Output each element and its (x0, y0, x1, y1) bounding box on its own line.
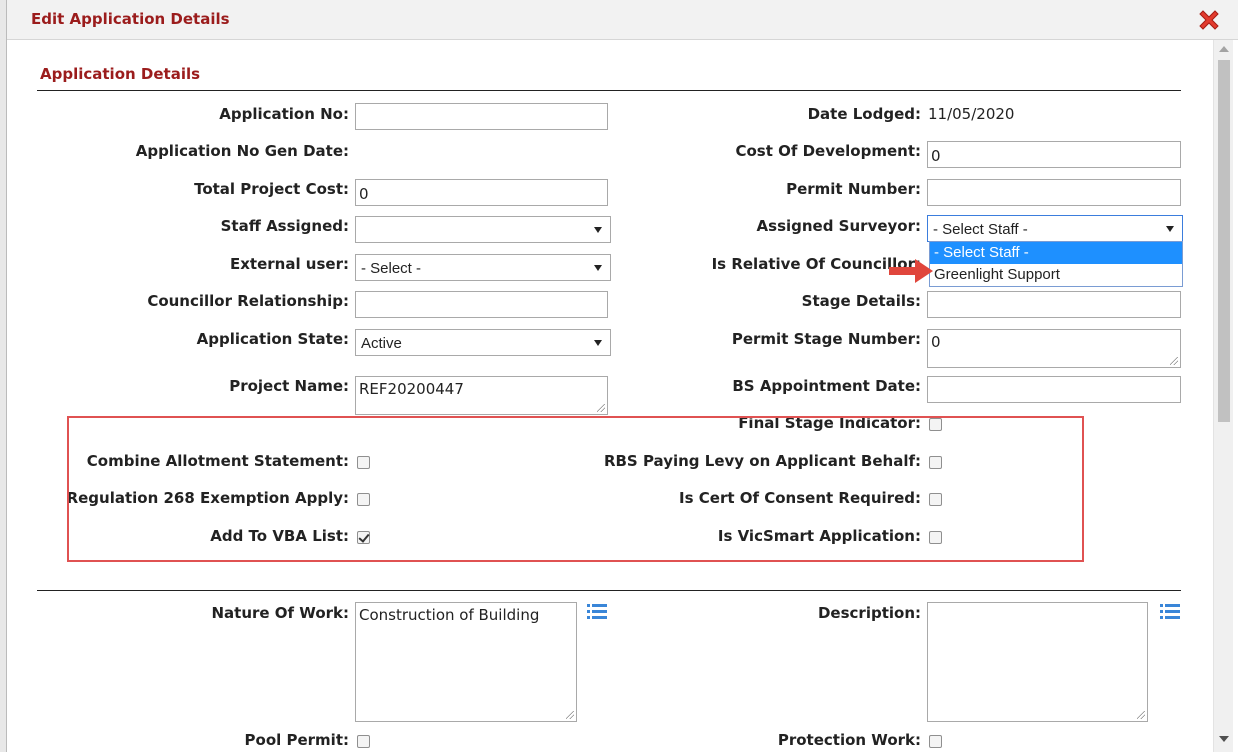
resize-grip-icon[interactable] (597, 404, 605, 412)
total-project-cost-label: Total Project Cost: (194, 180, 349, 198)
permit-number-label: Permit Number: (786, 180, 921, 198)
dialog-scrollbar[interactable] (1213, 40, 1233, 752)
scrollbar-thumb[interactable] (1218, 60, 1230, 422)
section-divider (37, 90, 1181, 91)
application-no-label: Application No: (219, 105, 349, 123)
date-lodged-value: 11/05/2020 (928, 105, 1015, 123)
cost-of-development-input[interactable]: 0 (927, 141, 1181, 168)
bs-appointment-date-label: BS Appointment Date: (732, 377, 921, 395)
description-label: Description: (817, 604, 921, 622)
scroll-down-icon[interactable] (1219, 736, 1229, 742)
project-name-value: REF20200447 (359, 380, 464, 398)
stage-details-label: Stage Details: (801, 292, 921, 310)
nature-of-work-value: Construction of Building (359, 606, 540, 624)
assigned-surveyor-dropdown-list: - Select Staff - Greenlight Support (929, 241, 1183, 287)
pool-permit-checkbox[interactable] (357, 735, 370, 748)
protection-work-label: Protection Work: (777, 731, 921, 749)
chevron-down-icon (1166, 226, 1174, 232)
highlight-box (67, 416, 1084, 562)
bs-appointment-date-input[interactable] (927, 376, 1181, 403)
assigned-surveyor-select[interactable]: - Select Staff - (927, 215, 1183, 242)
assigned-surveyor-value: - Select Staff - (933, 221, 1028, 238)
assigned-surveyor-label: Assigned Surveyor: (756, 217, 921, 235)
nature-of-work-label: Nature Of Work: (211, 604, 349, 622)
list-icon[interactable] (1160, 603, 1180, 621)
red-arrow-icon (889, 259, 933, 283)
surveyor-option-greenlight-support[interactable]: Greenlight Support (930, 264, 1182, 286)
permit-stage-number-label: Permit Stage Number: (731, 330, 921, 348)
dialog-title: Edit Application Details (31, 10, 230, 28)
permit-number-input[interactable] (927, 179, 1181, 206)
date-lodged-label: Date Lodged: (807, 105, 921, 123)
close-icon[interactable] (1197, 8, 1221, 32)
description-textarea[interactable] (927, 602, 1148, 722)
section-title: Application Details (40, 65, 201, 83)
project-name-label: Project Name: (229, 377, 349, 395)
dialog-titlebar: Edit Application Details (7, 0, 1238, 40)
pool-permit-label: Pool Permit: (244, 731, 349, 749)
resize-grip-icon[interactable] (1137, 711, 1145, 719)
permit-stage-number-value: 0 (931, 333, 941, 351)
section-divider-2 (37, 590, 1181, 591)
surveyor-option-select-staff[interactable]: - Select Staff - (930, 242, 1182, 264)
councillor-relationship-label: Councillor Relationship: (147, 292, 349, 310)
resize-grip-icon[interactable] (1170, 357, 1178, 365)
stage-details-input[interactable] (927, 291, 1181, 318)
scroll-up-icon[interactable] (1219, 46, 1229, 52)
permit-stage-number-textarea[interactable]: 0 (927, 329, 1181, 368)
is-relative-of-councillor-label: Is Relative Of Councillor: (711, 255, 921, 273)
cost-of-development-label: Cost Of Development: (735, 142, 921, 160)
edit-application-dialog: Edit Application Details Application Det… (6, 0, 1238, 752)
staff-assigned-label: Staff Assigned: (220, 217, 349, 235)
app-no-gen-date-label: Application No Gen Date: (135, 142, 349, 160)
resize-grip-icon[interactable] (566, 711, 574, 719)
protection-work-checkbox[interactable] (929, 735, 942, 748)
application-state-label: Application State: (196, 330, 349, 348)
external-user-value: - Select - (361, 260, 422, 277)
application-state-value: Active (361, 335, 402, 352)
external-user-label: External user: (229, 255, 349, 273)
